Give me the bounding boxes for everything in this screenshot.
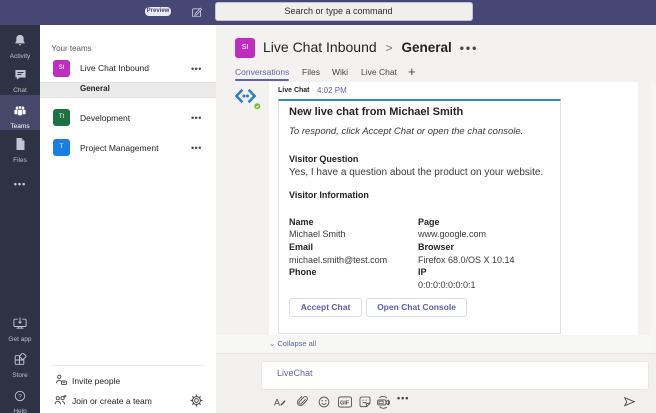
svg-text:?: ? xyxy=(18,393,22,400)
svg-text:GIF: GIF xyxy=(340,401,350,407)
svg-text:A: A xyxy=(274,398,280,408)
